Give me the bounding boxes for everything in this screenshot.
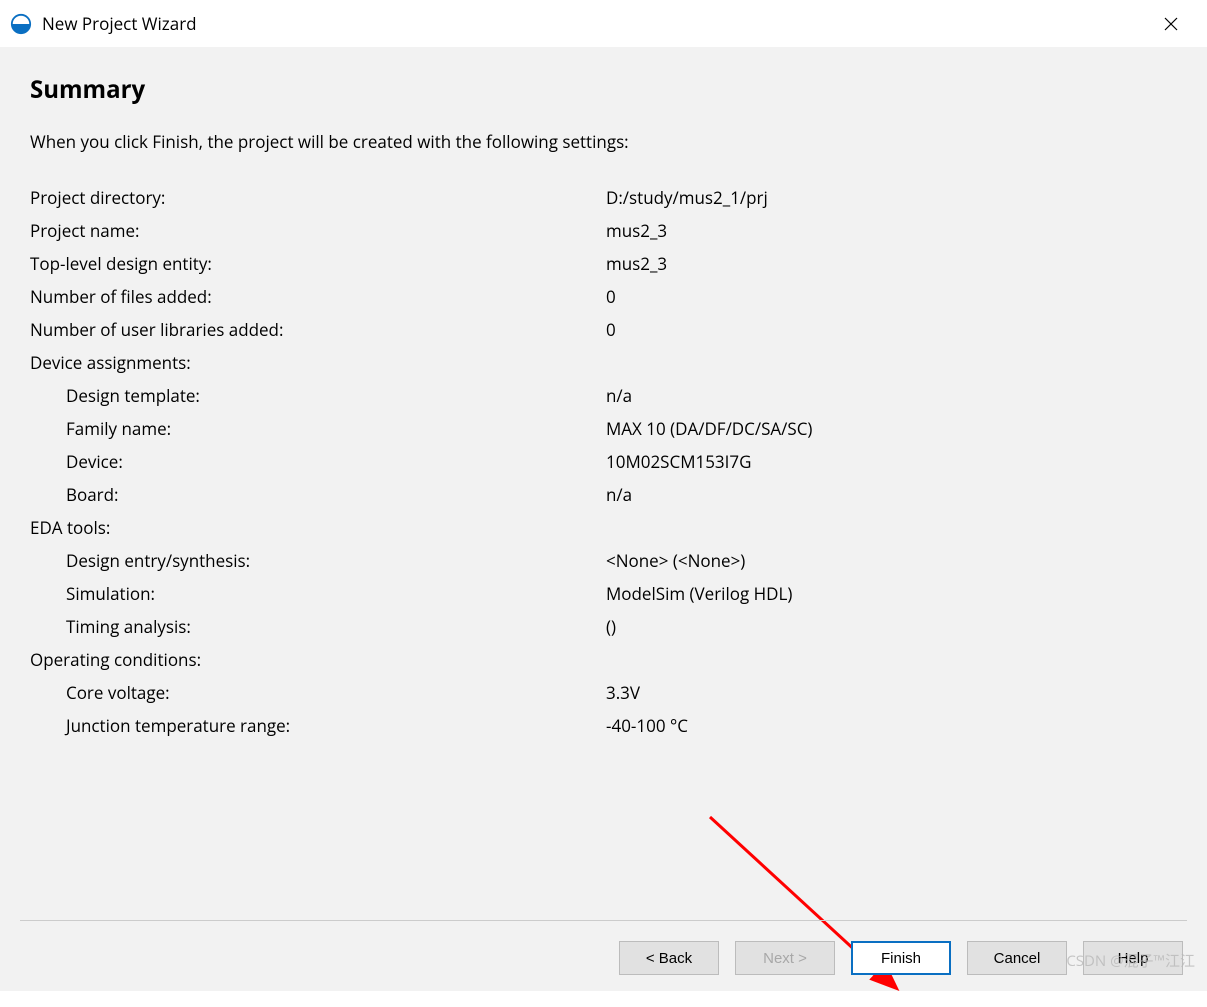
close-icon[interactable] <box>1149 2 1193 46</box>
summary-row-value: ModelSim (Verilog HDL) <box>606 577 1181 610</box>
summary-row: Junction temperature range:-40-100 °C <box>30 709 1181 742</box>
titlebar: New Project Wizard <box>0 0 1207 47</box>
summary-row-label: Design template: <box>30 379 606 412</box>
summary-row-value: <None> (<None>) <box>606 544 1181 577</box>
finish-button[interactable]: Finish <box>851 941 951 975</box>
summary-row-value <box>606 346 1181 379</box>
summary-row-label: Top-level design entity: <box>30 247 606 280</box>
summary-row-value: 3.3V <box>606 676 1181 709</box>
summary-row: Design template:n/a <box>30 379 1181 412</box>
summary-row-label: Device assignments: <box>30 346 606 379</box>
summary-row-label: Core voltage: <box>30 676 606 709</box>
summary-row: Device assignments: <box>30 346 1181 379</box>
summary-row-label: EDA tools: <box>30 511 606 544</box>
app-icon <box>10 13 32 35</box>
summary-row-label: Project directory: <box>30 181 606 214</box>
summary-row-label: Design entry/synthesis: <box>30 544 606 577</box>
summary-row: Design entry/synthesis:<None> (<None>) <box>30 544 1181 577</box>
cancel-button[interactable]: Cancel <box>967 941 1067 975</box>
summary-row: Timing analysis:() <box>30 610 1181 643</box>
summary-row-label: Number of user libraries added: <box>30 313 606 346</box>
summary-row: Board:n/a <box>30 478 1181 511</box>
help-button[interactable]: Help <box>1083 941 1183 975</box>
summary-row-label: Timing analysis: <box>30 610 606 643</box>
button-bar: < Back Next > Finish Cancel Help <box>619 941 1183 975</box>
summary-row-value <box>606 511 1181 544</box>
divider <box>20 920 1187 921</box>
summary-row-value: 0 <box>606 280 1181 313</box>
summary-row: Top-level design entity:mus2_3 <box>30 247 1181 280</box>
summary-row-value: D:/study/mus2_1/prj <box>606 181 1181 214</box>
summary-row-value: 10M02SCM153I7G <box>606 445 1181 478</box>
summary-row: Number of files added:0 <box>30 280 1181 313</box>
dialog-body: Summary When you click Finish, the proje… <box>0 47 1207 991</box>
summary-row: Simulation:ModelSim (Verilog HDL) <box>30 577 1181 610</box>
page-title: Summary <box>30 73 1181 106</box>
summary-row: Project directory:D:/study/mus2_1/prj <box>30 181 1181 214</box>
next-button: Next > <box>735 941 835 975</box>
summary-row-value: -40-100 °C <box>606 709 1181 742</box>
summary-row: Family name:MAX 10 (DA/DF/DC/SA/SC) <box>30 412 1181 445</box>
summary-row-label: Operating conditions: <box>30 643 606 676</box>
summary-row-label: Device: <box>30 445 606 478</box>
back-button[interactable]: < Back <box>619 941 719 975</box>
summary-row-value: MAX 10 (DA/DF/DC/SA/SC) <box>606 412 1181 445</box>
summary-table: Project directory:D:/study/mus2_1/prjPro… <box>30 181 1181 742</box>
summary-row-value: n/a <box>606 379 1181 412</box>
summary-row: Project name:mus2_3 <box>30 214 1181 247</box>
summary-row-label: Family name: <box>30 412 606 445</box>
summary-row: Operating conditions: <box>30 643 1181 676</box>
summary-row: Device:10M02SCM153I7G <box>30 445 1181 478</box>
summary-row-label: Project name: <box>30 214 606 247</box>
summary-row-value: 0 <box>606 313 1181 346</box>
summary-row-label: Simulation: <box>30 577 606 610</box>
summary-row-value: mus2_3 <box>606 247 1181 280</box>
summary-row-label: Number of files added: <box>30 280 606 313</box>
summary-row-value: n/a <box>606 478 1181 511</box>
summary-row: Core voltage:3.3V <box>30 676 1181 709</box>
summary-row-value <box>606 643 1181 676</box>
intro-text: When you click Finish, the project will … <box>30 130 1181 153</box>
summary-row: Number of user libraries added:0 <box>30 313 1181 346</box>
summary-row-value: () <box>606 610 1181 643</box>
window-title: New Project Wizard <box>42 12 1149 35</box>
summary-row-label: Board: <box>30 478 606 511</box>
summary-row-label: Junction temperature range: <box>30 709 606 742</box>
summary-row: EDA tools: <box>30 511 1181 544</box>
annotation-arrow-icon <box>700 807 920 1007</box>
summary-row-value: mus2_3 <box>606 214 1181 247</box>
